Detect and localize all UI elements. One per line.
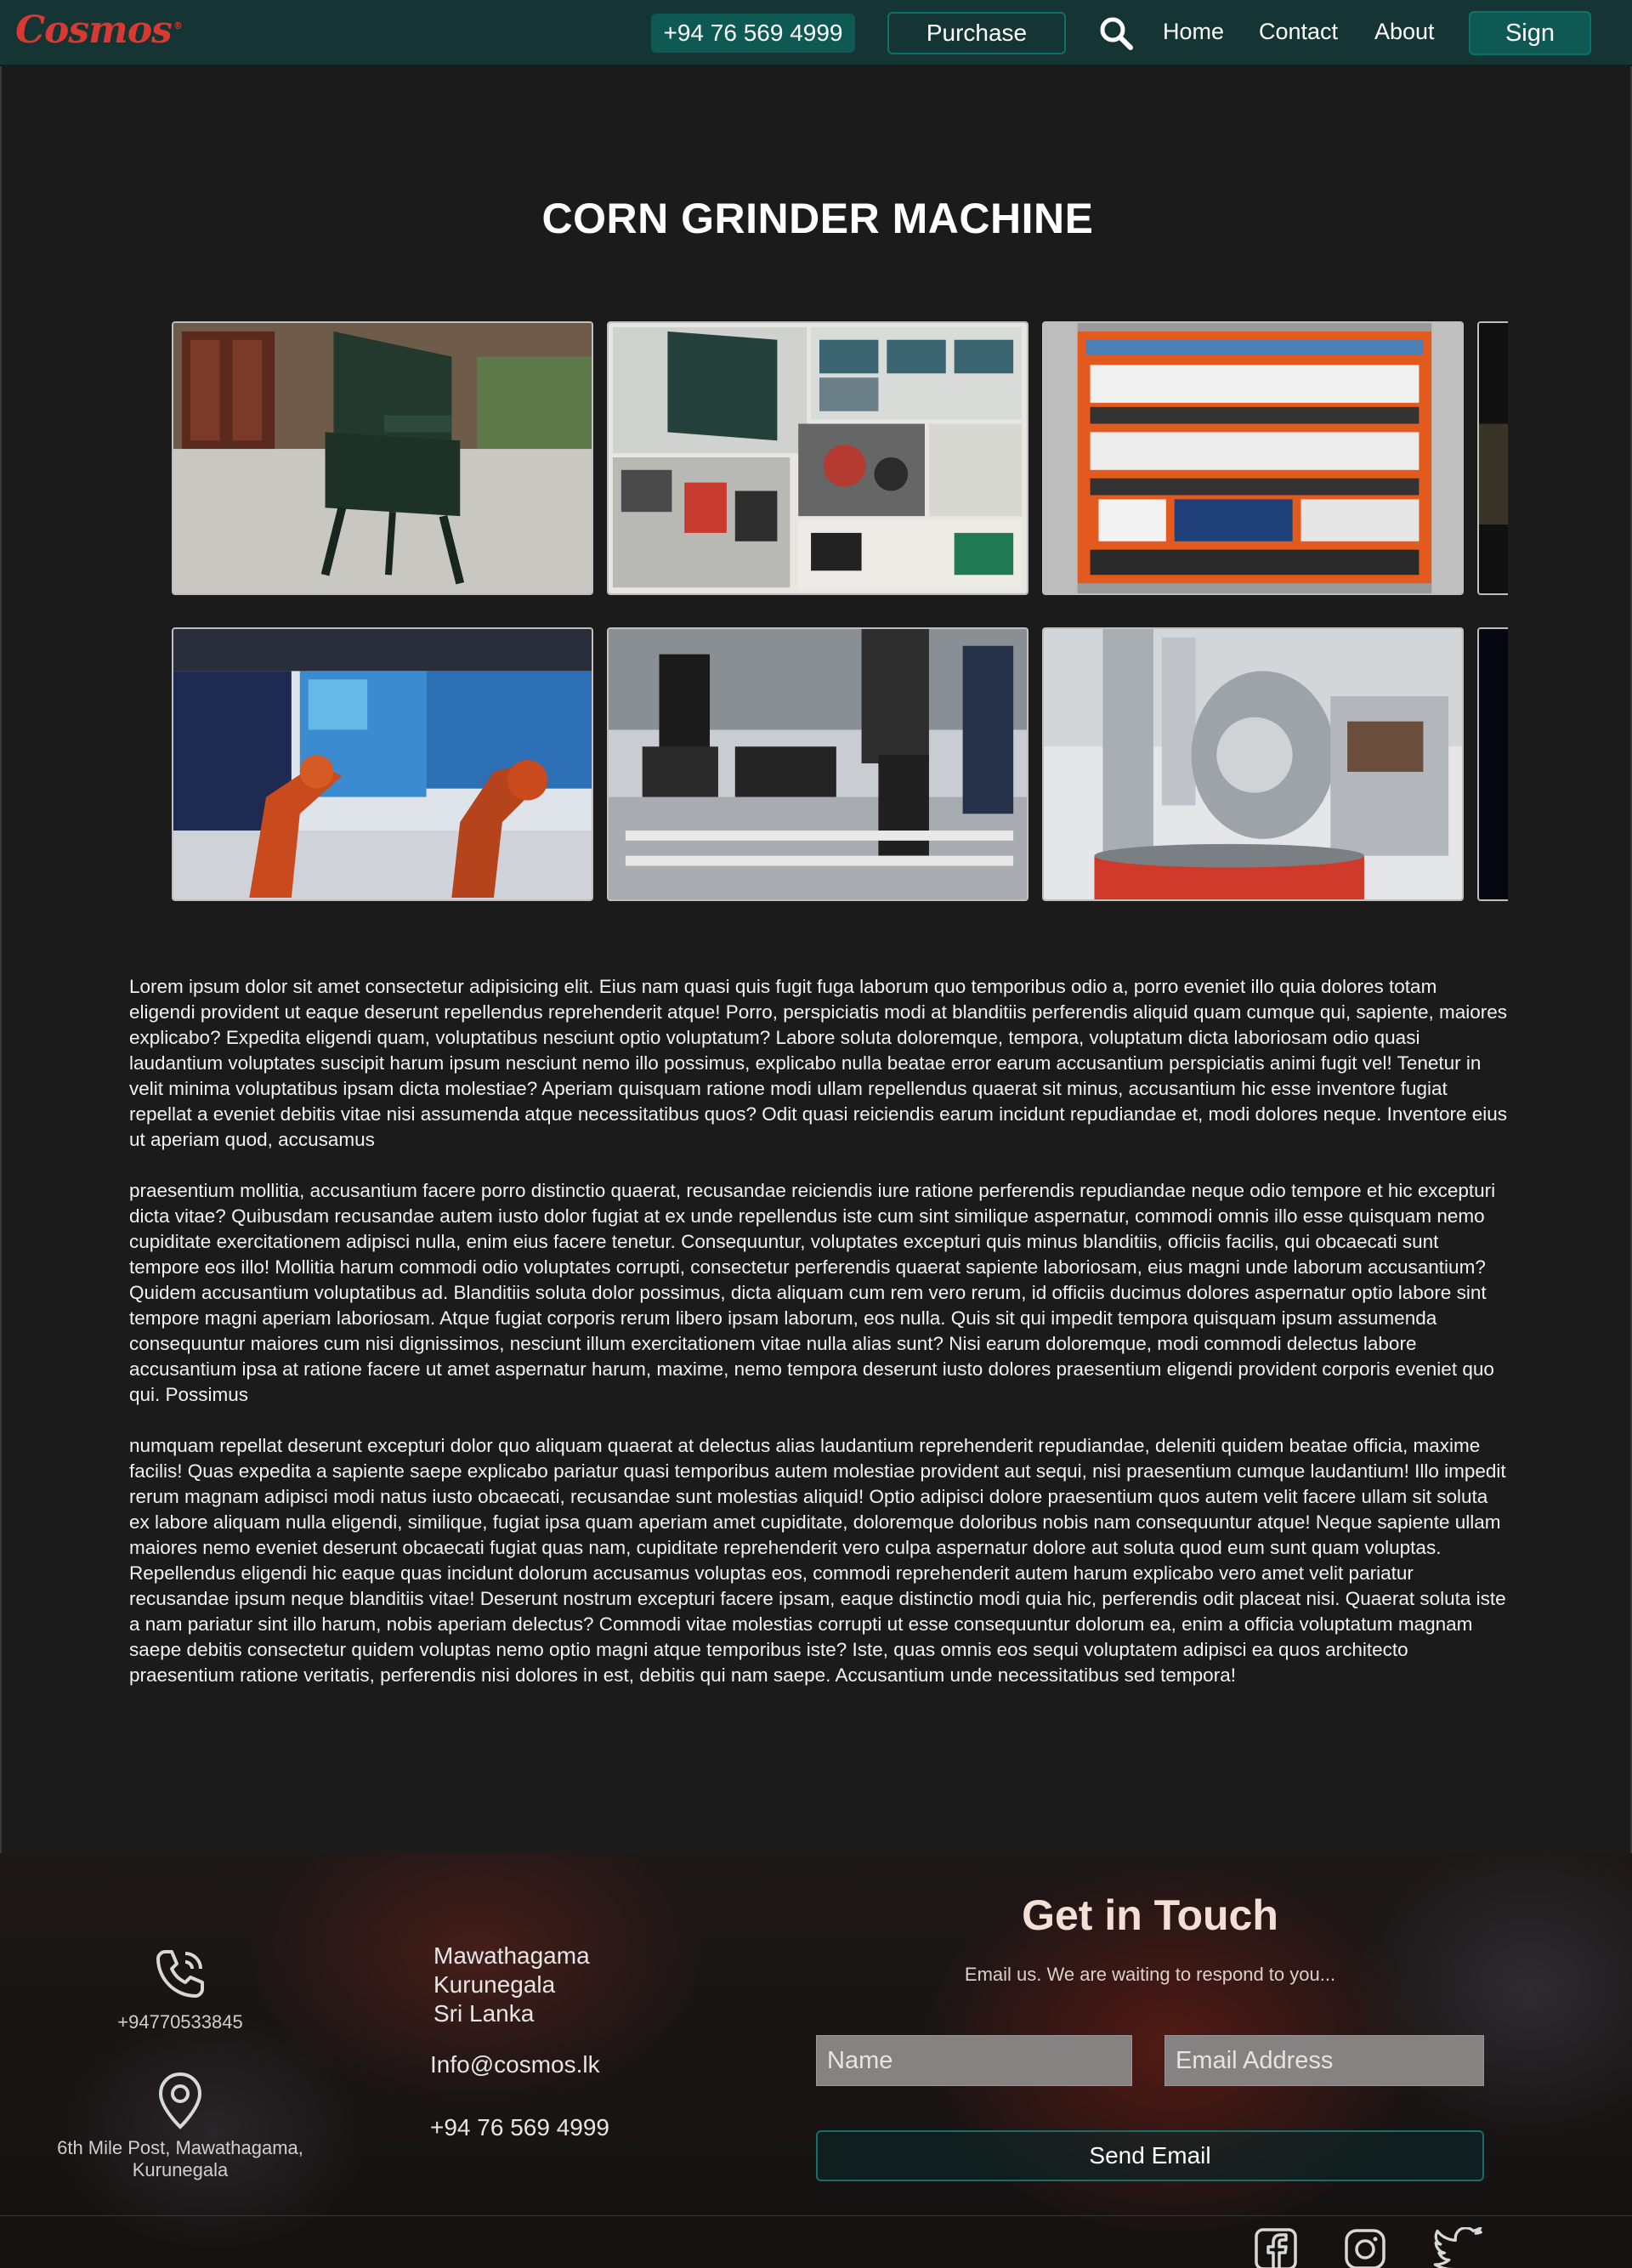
phone-icon	[153, 1947, 207, 2001]
footer-address-small: 6th Mile Post, Mawathagama, Kurunegala	[26, 2137, 335, 2181]
coffee-roaster-machine-photo[interactable]	[1042, 627, 1464, 901]
send-email-button[interactable]: Send Email	[816, 2130, 1484, 2181]
gallery-track-2	[172, 627, 1508, 901]
facebook-icon[interactable]	[1254, 2227, 1298, 2268]
footer-phone-small[interactable]: +94770533845	[76, 2011, 284, 2033]
search-icon[interactable]	[1098, 15, 1134, 51]
footer-divider	[0, 2215, 1632, 2216]
paragraph-1: Lorem ipsum dolor sit amet consectetur a…	[129, 976, 1507, 1150]
footer-address: Mawathagama Kurunegala Sri Lanka	[434, 1942, 590, 2028]
twitter-icon[interactable]	[1433, 2226, 1484, 2268]
main-content: CORN GRINDER MACHINE Lorem ipsum dolor s…	[0, 66, 1632, 1853]
orange-robot-arms-photo[interactable]	[172, 627, 593, 901]
footer-email[interactable]: Info@cosmos.lk	[430, 2050, 600, 2079]
name-input[interactable]	[816, 2035, 1132, 2086]
logo-text[interactable]: Cosmos	[15, 9, 173, 52]
industrial-robotic-arms-photo[interactable]	[607, 627, 1028, 901]
footer: +94770533845 6th Mile Post, Mawathagama,…	[0, 1853, 1632, 2268]
navbar: Cosmos ® +94 76 569 4999 Purchase Home Co…	[0, 0, 1632, 65]
email-address-input[interactable]	[1164, 2035, 1484, 2086]
nav-link-contact[interactable]: Contact	[1259, 19, 1338, 45]
paragraph-3: numquam repellat deserunt excepturi dolo…	[129, 1435, 1506, 1686]
gallery-row-2[interactable]	[172, 627, 1508, 901]
partial-next-photo[interactable]	[1477, 321, 1508, 595]
sign-button[interactable]: Sign	[1469, 11, 1591, 55]
corn-grinder-machine-photo[interactable]	[172, 321, 593, 595]
footer-address-line-2: Kurunegala	[434, 1971, 556, 1998]
partial-next-photo[interactable]	[1477, 627, 1508, 901]
paragraph-2: praesentium mollitia, accusantium facere…	[129, 1180, 1496, 1405]
purchase-button[interactable]: Purchase	[887, 12, 1066, 54]
instagram-icon[interactable]	[1343, 2227, 1387, 2268]
logo[interactable]: Cosmos ®	[15, 9, 183, 52]
page-title: CORN GRINDER MACHINE	[541, 195, 1094, 242]
footer-address-line-3: Sri Lanka	[434, 2000, 535, 2027]
footer-address-small-line-1: 6th Mile Post, Mawathagama,	[57, 2137, 303, 2158]
gallery-track-1	[172, 321, 1508, 595]
gallery-row-1[interactable]	[172, 321, 1508, 595]
logo-registered-mark: ®	[173, 20, 183, 32]
footer-address-line-1: Mawathagama	[434, 1942, 590, 1969]
location-pin-icon	[156, 2071, 204, 2130]
get-in-touch-title: Get in Touch	[1022, 1891, 1278, 1939]
electrical-control-panel-photo[interactable]	[1042, 321, 1464, 595]
footer-phone[interactable]: +94 76 569 4999	[430, 2113, 609, 2142]
footer-address-small-line-2: Kurunegala	[132, 2159, 229, 2180]
machine-parts-collage-photo[interactable]	[607, 321, 1028, 595]
nav-link-home[interactable]: Home	[1163, 19, 1224, 45]
nav-link-about[interactable]: About	[1374, 19, 1435, 45]
phone-pill[interactable]: +94 76 569 4999	[651, 14, 855, 53]
get-in-touch-subtitle: Email us. We are waiting to respond to y…	[964, 1964, 1336, 1985]
